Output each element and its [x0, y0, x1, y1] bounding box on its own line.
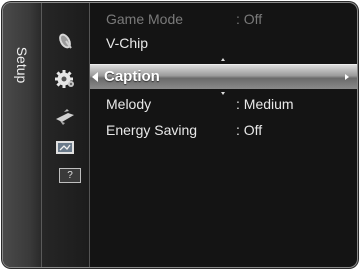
category-icon-column [42, 3, 90, 267]
menu-item-melody[interactable]: Melody : Medium [90, 93, 357, 115]
menu-item-caption[interactable]: Caption [90, 64, 357, 89]
submenu-arrow-icon [345, 74, 349, 80]
setup-tab-label: Setup [14, 46, 30, 84]
remote-control-icon[interactable] [54, 107, 76, 127]
menu-item-label: Melody [106, 96, 152, 112]
input-screen-icon[interactable] [54, 138, 76, 158]
menu-item-game-mode[interactable]: Game Mode : Off [90, 8, 357, 30]
setup-menu-list: Game Mode : Off V-Chip Caption Melody : … [90, 3, 357, 267]
menu-item-energy-saving[interactable]: Energy Saving : Off [90, 119, 357, 141]
help-icon[interactable]: ? [59, 168, 81, 183]
menu-item-label: Energy Saving [106, 122, 198, 138]
help-icon-label: ? [67, 170, 73, 181]
menu-item-value: : Medium [236, 96, 294, 112]
scroll-up-icon [221, 58, 225, 61]
menu-item-label: V-Chip [106, 35, 149, 51]
menu-item-v-chip[interactable]: V-Chip [90, 32, 357, 54]
gear-icon[interactable] [54, 69, 76, 89]
selection-left-arrow-icon [92, 72, 98, 82]
menu-item-label: Game Mode [106, 11, 184, 27]
menu-item-value: : Off [236, 122, 263, 138]
satellite-dish-icon[interactable] [54, 31, 76, 51]
tv-menu-screen: Setup ? Game Mode: Off V-Chip Caption M… [3, 3, 357, 267]
menu-item-value: : Off [236, 11, 263, 27]
menu-item-label: Caption [104, 68, 160, 85]
setup-category-tab[interactable]: Setup [3, 3, 42, 267]
